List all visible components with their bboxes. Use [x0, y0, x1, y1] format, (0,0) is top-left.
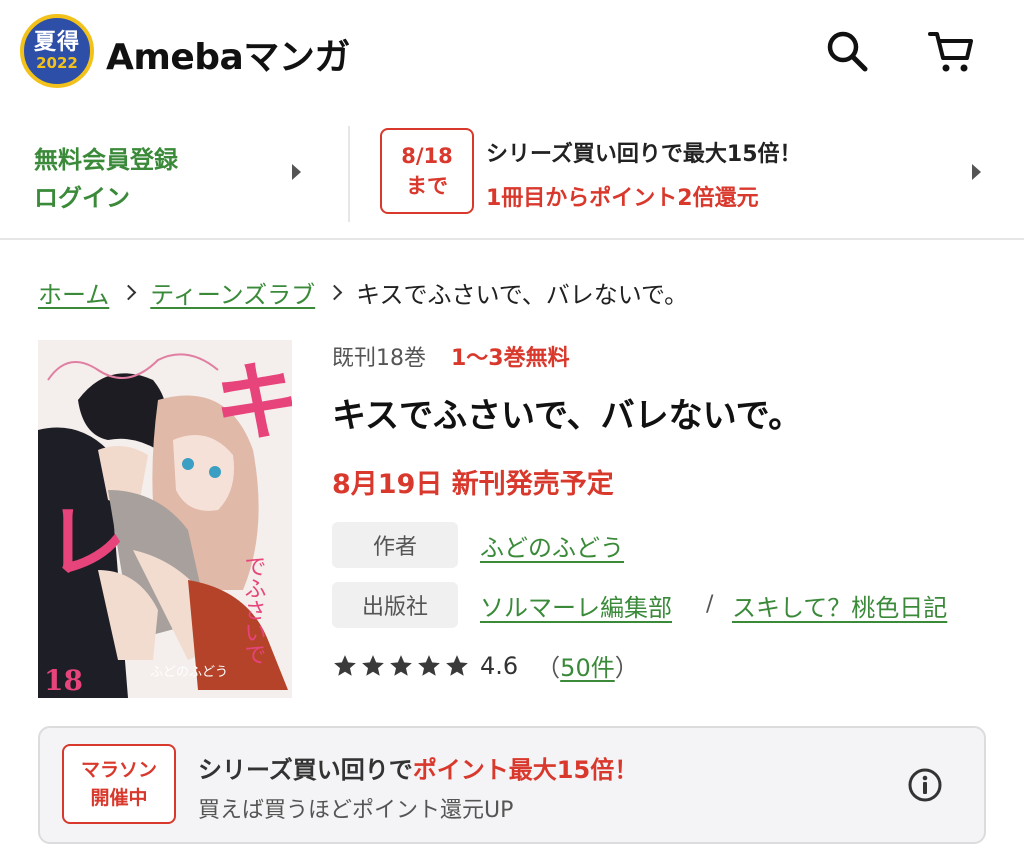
marathon-title-highlight: ポイント最大15倍！	[412, 756, 639, 784]
rating-value: 4.6	[480, 651, 519, 680]
summer-sale-badge[interactable]: 夏得 2022	[20, 14, 94, 88]
marathon-banner[interactable]: マラソン 開催中 シリーズ買い回りでポイント最大15倍！ 買えば買うほどポイント…	[38, 726, 986, 844]
volume-count: 既刊18巻	[332, 346, 426, 371]
campaign-until: まで	[406, 174, 448, 198]
star-icon	[334, 654, 356, 676]
breadcrumb-home-link[interactable]: ホーム	[38, 275, 109, 310]
campaign-link[interactable]: 8/18 まで シリーズ買い回りで最大15倍！ 1冊目からポイント2倍還元	[350, 108, 1024, 240]
promo-bar: 無料会員登録 ログイン 8/18 まで シリーズ買い回りで最大15倍！ 1冊目か…	[0, 108, 1024, 240]
chevron-right-icon	[326, 284, 343, 300]
marathon-title: シリーズ買い回りでポイント最大15倍！	[198, 756, 639, 784]
author-link[interactable]: ふどのふどう	[480, 528, 624, 563]
imprint-link[interactable]: スキして？桃色日記	[732, 588, 947, 623]
svg-text:でふさいで: でふさいで	[241, 555, 266, 665]
review-count-link[interactable]: 50件	[560, 654, 615, 682]
free-volumes: 1〜3巻無料	[451, 346, 570, 371]
app-header: 夏得 2022 Amebaマンガ	[0, 0, 1024, 108]
star-icon	[390, 654, 412, 676]
campaign-date: 8/18	[401, 144, 453, 168]
publisher-label: 出版社	[332, 582, 458, 628]
cover-volume-number: 18	[44, 664, 83, 697]
badge-line1: 夏得	[33, 30, 80, 55]
campaign-deadline-box: 8/18 まで	[380, 128, 474, 214]
book-title: キスでふさいで、バレないで。	[332, 396, 803, 436]
review-count: （50件）	[536, 654, 639, 682]
chevron-right-icon	[972, 164, 981, 180]
campaign-subtitle: 1冊目からポイント2倍還元	[486, 186, 759, 211]
breadcrumb: ホーム ティーンズラブ キスでふさいで、バレないで。	[38, 272, 688, 312]
rating: 4.6 （50件）	[332, 648, 639, 683]
member-register-label: 無料会員登録	[34, 146, 178, 174]
campaign-title: シリーズ買い回りで最大15倍！	[486, 142, 802, 167]
cart-button[interactable]	[926, 26, 976, 76]
member-register-login-link[interactable]: 無料会員登録 ログイン	[0, 108, 348, 240]
author-label: 作者	[332, 522, 458, 568]
ameba-manga-logo[interactable]: Amebaマンガ	[106, 28, 350, 80]
chevron-right-icon	[121, 284, 137, 300]
breadcrumb-current: キスでふさいで、バレないで。	[356, 280, 689, 309]
star-icon	[418, 654, 440, 676]
breadcrumb-category-link[interactable]: ティーンズラブ	[150, 275, 315, 310]
rating-stars	[332, 653, 470, 679]
separator-slash: /	[706, 592, 714, 617]
chevron-right-icon	[292, 164, 301, 180]
marathon-badge-line1: マラソン	[80, 759, 157, 781]
publisher-link[interactable]: ソルマーレ編集部	[480, 588, 672, 623]
cart-icon	[928, 32, 973, 72]
marathon-badge: マラソン 開催中	[62, 744, 176, 824]
cover-author-caption: ふどのふどう	[150, 665, 228, 680]
cover-title-text: キス	[214, 353, 292, 453]
badge-line2: 2022	[36, 54, 78, 72]
search-icon	[827, 31, 868, 72]
star-icon	[362, 654, 384, 676]
login-label: ログイン	[34, 184, 130, 212]
info-icon[interactable]	[906, 766, 944, 804]
marathon-subtitle: 買えば買うほどポイント還元UP	[198, 798, 514, 823]
book-cover-image[interactable]: キス レ でふさいで ふどのふどう 18	[38, 340, 292, 698]
svg-text:レ: レ	[46, 496, 126, 589]
cover-illustration: キス レ でふさいで ふどのふどう 18	[38, 340, 292, 698]
star-icon	[446, 654, 468, 676]
release-date: 8月19日 新刊発売予定	[332, 469, 614, 500]
marathon-badge-line2: 開催中	[90, 787, 148, 809]
search-button[interactable]	[822, 26, 872, 76]
volume-info: 既刊18巻 1〜3巻無料	[332, 340, 570, 372]
